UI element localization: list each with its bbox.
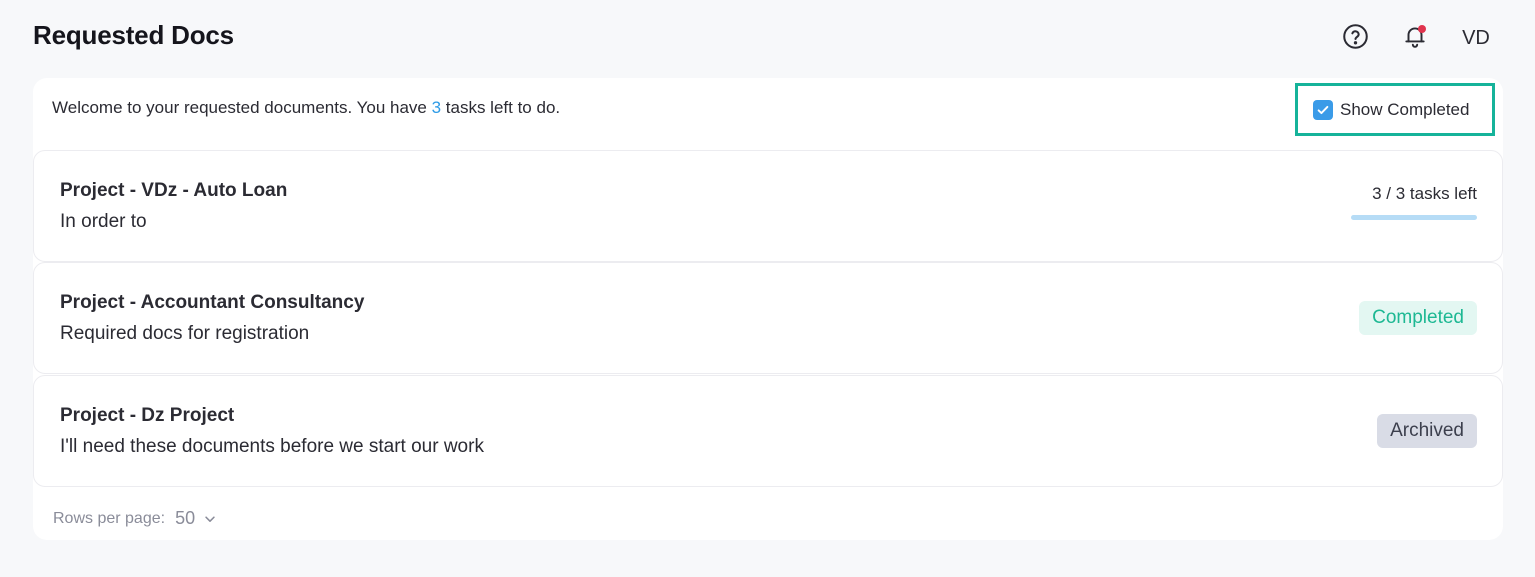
welcome-prefix: Welcome to your requested documents. You…	[52, 98, 432, 117]
request-row[interactable]: Project - Accountant Consultancy Require…	[33, 262, 1503, 374]
request-title: Project - VDz - Auto Loan	[60, 180, 288, 201]
top-bar: Requested Docs VD	[0, 0, 1535, 72]
rows-per-page-value: 50	[175, 508, 196, 528]
show-completed-label: Show Completed	[1340, 99, 1470, 119]
page-title: Requested Docs	[33, 20, 234, 50]
user-avatar[interactable]: VD	[1455, 24, 1497, 52]
pagination-footer: Rows per page: 50	[53, 508, 217, 529]
chevron-down-icon	[205, 515, 215, 522]
checkmark-icon	[1317, 105, 1329, 114]
notifications-button[interactable]	[1400, 21, 1430, 51]
request-description: Required docs for registration	[60, 323, 310, 344]
request-description: I'll need these documents before we star…	[60, 436, 484, 457]
status-badge-completed: Completed	[1359, 301, 1477, 335]
rows-per-page-label: Rows per page:	[53, 509, 166, 527]
show-completed-checkbox[interactable]	[1313, 99, 1333, 120]
help-button[interactable]	[1341, 22, 1369, 50]
tasks-left-text: 3 / 3 tasks left	[1372, 184, 1477, 203]
request-title: Project - Accountant Consultancy	[60, 292, 365, 313]
tasks-progress-fill	[1351, 215, 1477, 220]
requested-docs-panel: Welcome to your requested documents. You…	[33, 78, 1503, 540]
notification-dot	[1418, 25, 1426, 33]
rows-per-page-select[interactable]: 50	[175, 508, 217, 529]
request-row[interactable]: Project - VDz - Auto Loan In order to 3 …	[33, 150, 1503, 262]
tasks-left-count: 3	[431, 98, 442, 117]
help-circle-icon	[1342, 23, 1368, 49]
request-title: Project - Dz Project	[60, 405, 235, 426]
request-description: In order to	[60, 211, 147, 232]
tasks-progress-bar	[1351, 215, 1477, 220]
welcome-message: Welcome to your requested documents. You…	[52, 98, 560, 118]
request-row[interactable]: Project - Dz Project I'll need these doc…	[33, 375, 1503, 487]
show-completed-toggle[interactable]: Show Completed	[1295, 83, 1495, 136]
welcome-suffix: tasks left to do.	[441, 98, 561, 117]
status-badge-archived: Archived	[1377, 414, 1477, 448]
